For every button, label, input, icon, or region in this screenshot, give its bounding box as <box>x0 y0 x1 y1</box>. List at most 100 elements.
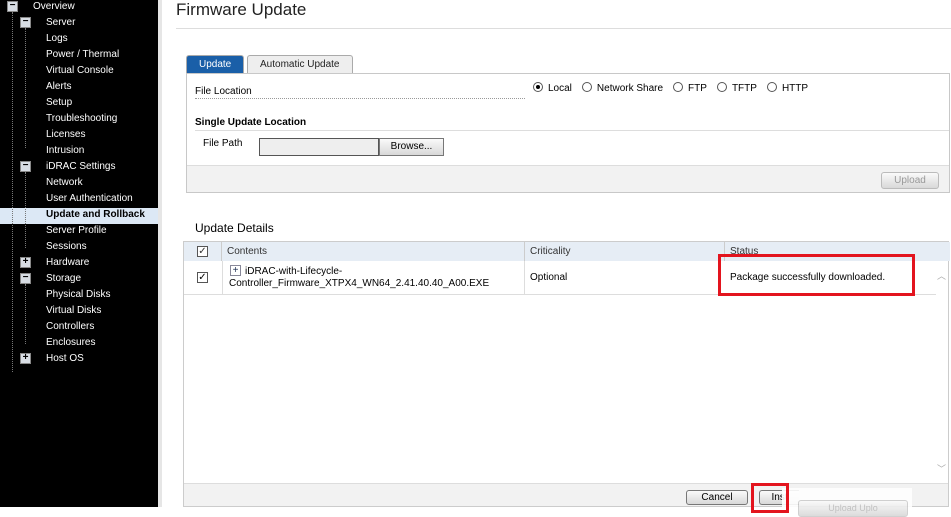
sidebar-item-storage[interactable]: Storage <box>46 272 81 288</box>
section-title: Single Update Location <box>195 117 307 128</box>
radio-tftp[interactable]: TFTP <box>716 82 757 94</box>
tree-line <box>12 12 13 372</box>
sidebar-item-label: Host OS <box>46 353 84 364</box>
collapse-icon[interactable]: − <box>7 1 18 12</box>
radio-label: TFTP <box>731 83 757 94</box>
radio-label: Network Share <box>596 83 664 94</box>
sidebar-item-logs[interactable]: Logs <box>46 32 68 48</box>
collapse-icon[interactable]: − <box>20 17 31 28</box>
sidebar-item-label: Overview <box>33 1 75 12</box>
sidebar-item-user-authentication[interactable]: User Authentication <box>46 192 133 208</box>
sidebar-item-label: Enclosures <box>46 337 96 348</box>
radio-label: Local <box>548 83 572 94</box>
main-content: Firmware Update Update Automatic Update … <box>162 0 951 517</box>
sidebar-item-label: Setup <box>46 97 73 108</box>
sidebar-item-idrac-settings[interactable]: iDRAC Settings <box>46 160 115 176</box>
sidebar-item-controllers[interactable]: Controllers <box>46 320 94 336</box>
sidebar-item-licenses[interactable]: Licenses <box>46 128 85 144</box>
radio-button-icon[interactable] <box>673 82 684 92</box>
browse-button[interactable]: Browse... <box>379 138 444 156</box>
radio-ftp[interactable]: FTP <box>673 82 707 94</box>
sidebar-item-hardware[interactable]: Hardware <box>46 256 89 272</box>
scroll-up-icon[interactable]: ︿ <box>937 269 946 282</box>
sidebar-item-server-profile[interactable]: Server Profile <box>46 224 107 240</box>
column-header-criticality[interactable]: Criticality <box>525 242 725 261</box>
divider <box>176 28 951 29</box>
select-all-checkbox[interactable]: ✓ <box>197 246 208 257</box>
sidebar-item-virtual-console[interactable]: Virtual Console <box>46 64 114 80</box>
sidebar-item-sessions[interactable]: Sessions <box>46 240 87 256</box>
tree-line <box>25 284 26 344</box>
upload-and-reboot-button[interactable]: Upload Uplo <box>798 500 908 517</box>
file-path-label: File Path <box>203 138 243 149</box>
expand-icon[interactable]: + <box>20 257 31 268</box>
tree-line <box>25 172 26 248</box>
radio-button-icon[interactable] <box>716 82 727 92</box>
sidebar-item-intrusion[interactable]: Intrusion <box>46 144 84 160</box>
divider <box>195 130 949 131</box>
sidebar-item-label: Network <box>46 177 83 188</box>
page-title: Firmware Update <box>176 0 307 19</box>
radio-button-icon[interactable] <box>533 82 543 92</box>
sidebar-item-label: Intrusion <box>46 145 85 156</box>
expand-icon[interactable]: + <box>230 265 241 276</box>
sidebar-item-network[interactable]: Network <box>46 176 83 192</box>
radio-button-icon[interactable] <box>766 82 777 92</box>
sidebar-item-troubleshooting[interactable]: Troubleshooting <box>46 112 117 128</box>
upload-button[interactable]: Upload <box>881 172 939 189</box>
sidebar-item-virtual-disks[interactable]: Virtual Disks <box>46 304 101 320</box>
sidebar-item-label: Alerts <box>46 81 72 92</box>
sidebar-item-label: Power / Thermal <box>46 49 120 60</box>
navigation-tree: Overview − Server − Logs Power / Thermal Virtu… <box>0 0 158 507</box>
sidebar-item-label: Server <box>46 17 76 28</box>
collapse-icon[interactable]: − <box>20 273 31 284</box>
sidebar-item-enclosures[interactable]: Enclosures <box>46 336 95 352</box>
tab-automatic-update[interactable]: Automatic Update <box>247 55 353 73</box>
tab-update[interactable]: Update <box>186 55 245 73</box>
scroll-down-icon[interactable]: ﹀ <box>937 462 946 475</box>
sidebar-item-server[interactable]: Server <box>46 16 75 32</box>
criticality-cell: Optional <box>530 272 568 283</box>
sidebar-item-label: Sessions <box>46 241 87 252</box>
contents-line2: Controller_Firmware_XTPX4_WN64_2.41.40.4… <box>229 278 490 289</box>
sidebar-item-update-and-rollback[interactable]: Update and Rollback <box>0 208 158 224</box>
sidebar-item-label: Licenses <box>46 129 86 140</box>
scrollbar[interactable]: ︿ ﹀ <box>934 261 948 483</box>
expand-icon[interactable]: + <box>20 353 31 364</box>
sidebar-item-label: Troubleshooting <box>46 113 118 124</box>
sidebar-item-power-thermal[interactable]: Power / Thermal <box>46 48 119 64</box>
row-checkbox[interactable]: ✓ <box>197 272 208 283</box>
sidebar-item-overview[interactable]: Overview <box>33 0 75 16</box>
radio-button-icon[interactable] <box>581 82 592 92</box>
column-header-contents[interactable]: Contents <box>222 242 525 261</box>
sidebar-item-label: Hardware <box>46 257 90 268</box>
sidebar-item-setup[interactable]: Setup <box>46 96 72 112</box>
update-details-title: Update Details <box>195 221 274 235</box>
radio-http[interactable]: HTTP <box>766 82 808 94</box>
select-all-header: ✓ <box>184 242 222 261</box>
cancel-button[interactable]: Cancel <box>686 490 748 505</box>
sidebar-item-label: iDRAC Settings <box>46 161 116 172</box>
sidebar-item-label: Virtual Disks <box>46 305 102 316</box>
radio-local[interactable]: Local <box>533 82 572 94</box>
status-highlight <box>718 254 915 296</box>
update-panel: File Location Local Network Share FTP TFTP H… <box>186 73 950 193</box>
sidebar-item-label: Controllers <box>46 321 95 332</box>
file-location-options: Local Network Share FTP TFTP HTTP <box>533 82 818 94</box>
sidebar-item-label: Physical Disks <box>46 289 111 300</box>
sidebar-item-label: User Authentication <box>46 193 133 204</box>
sidebar-item-alerts[interactable]: Alerts <box>46 80 72 96</box>
sidebar-item-host-os[interactable]: Host OS <box>46 352 84 368</box>
panel-footer: Upload <box>187 165 949 192</box>
overlay: Upload Uplo <box>782 488 912 517</box>
install-highlight <box>751 483 789 513</box>
file-path-input[interactable] <box>259 138 379 156</box>
collapse-icon[interactable]: − <box>20 161 31 172</box>
sidebar-item-label: Update and Rollback <box>46 209 145 220</box>
sidebar-item-physical-disks[interactable]: Physical Disks <box>46 288 110 304</box>
sidebar-item-label: Logs <box>46 33 68 44</box>
radio-network-share[interactable]: Network Share <box>581 82 664 94</box>
sidebar-item-label: Server Profile <box>46 225 107 236</box>
sidebar-item-label: Virtual Console <box>46 65 114 76</box>
sidebar-item-label: Storage <box>46 273 82 284</box>
